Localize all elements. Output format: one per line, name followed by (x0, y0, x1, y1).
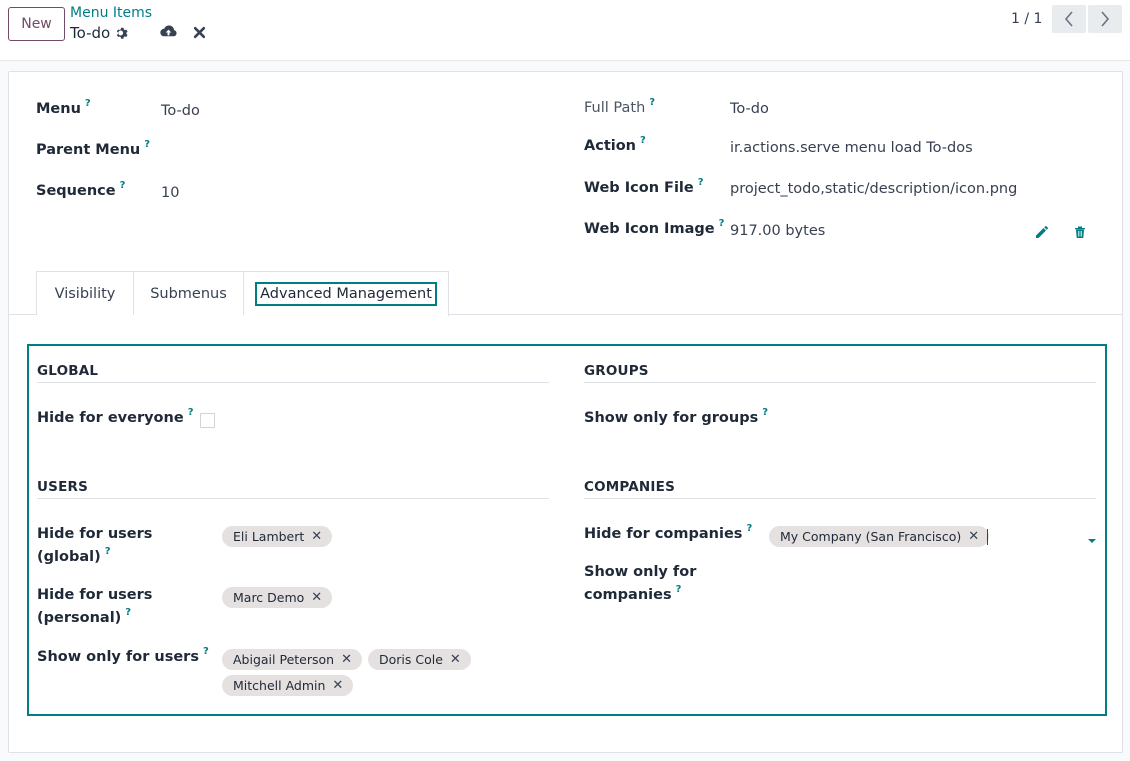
breadcrumb-parent-link[interactable]: Menu Items (70, 5, 152, 21)
tab-submenus[interactable]: Submenus (134, 271, 244, 315)
gear-icon[interactable] (115, 26, 129, 40)
sequence-field[interactable]: 10 (161, 185, 179, 201)
close-icon[interactable] (193, 26, 206, 39)
hide-users-personal-label-2: (personal)? (37, 607, 132, 626)
chevron-right-icon (1101, 11, 1110, 27)
hide-users-global-label-2: (global)? (37, 546, 111, 565)
hide-everyone-checkbox[interactable] (200, 413, 215, 428)
advanced-management-panel: GLOBAL Hide for everyone? USERS Hide for… (27, 344, 1107, 716)
user-tag[interactable]: Abigail Peterson ✕ (222, 649, 362, 670)
users-section-title: USERS (37, 479, 89, 495)
groups-section-title: GROUPS (584, 363, 649, 379)
hide-users-global-label: Hide for users (37, 526, 153, 542)
hide-everyone-label: Hide for everyone? (37, 407, 194, 426)
tab-visibility[interactable]: Visibility (36, 271, 134, 315)
action-field[interactable]: ir.actions.serve menu load To-dos (730, 140, 973, 156)
menu-label: Menu? (36, 98, 91, 117)
trash-icon[interactable] (1073, 225, 1087, 239)
tab-advanced-management[interactable]: Advanced Management (244, 271, 449, 316)
company-tag[interactable]: My Company (San Francisco) ✕ (769, 526, 990, 547)
web-icon-image-value: 917.00 bytes (730, 223, 826, 239)
remove-tag-icon[interactable]: ✕ (311, 590, 322, 605)
sequence-label: Sequence? (36, 180, 126, 199)
hide-users-personal-label: Hide for users (37, 587, 153, 603)
pager-next-button[interactable] (1088, 5, 1122, 33)
breadcrumb-current-label: To-do (70, 24, 111, 42)
remove-tag-icon[interactable]: ✕ (311, 529, 322, 544)
full-path-value: To-do (730, 101, 769, 117)
hide-companies-label: Hide for companies? (584, 523, 753, 542)
show-companies-label-2: companies? (584, 584, 682, 603)
remove-tag-icon[interactable]: ✕ (332, 678, 343, 693)
web-icon-file-label: Web Icon File? (584, 177, 704, 196)
user-tag[interactable]: Eli Lambert ✕ (222, 526, 333, 547)
cloud-upload-icon[interactable] (159, 24, 178, 40)
companies-divider (584, 498, 1096, 499)
user-tag[interactable]: Mitchell Admin ✕ (222, 675, 354, 696)
remove-tag-icon[interactable]: ✕ (450, 652, 461, 667)
show-companies-label: Show only for (584, 564, 697, 580)
groups-divider (584, 382, 1096, 383)
chevron-left-icon (1064, 11, 1073, 27)
parent-menu-label: Parent Menu? (36, 139, 151, 158)
remove-tag-icon[interactable]: ✕ (341, 652, 352, 667)
action-value[interactable]: menu load To-dos (845, 140, 973, 156)
text-cursor (987, 529, 988, 545)
web-icon-file-field[interactable]: project_todo,static/description/icon.png (730, 181, 1017, 197)
show-users-label: Show only for users? (37, 646, 209, 665)
user-tag[interactable]: Marc Demo ✕ (222, 587, 333, 608)
global-section-title: GLOBAL (37, 363, 99, 379)
companies-section-title: COMPANIES (584, 479, 675, 495)
action-label: Action? (584, 135, 646, 154)
user-tag[interactable]: Doris Cole ✕ (368, 649, 471, 670)
menu-field[interactable]: To-do (161, 103, 200, 119)
pencil-icon[interactable] (1035, 225, 1049, 239)
pager-value[interactable]: 1 / 1 (1011, 11, 1042, 27)
web-icon-image-label: Web Icon Image? (584, 218, 725, 237)
form-sheet: Menu? To-do Parent Menu? Sequence? 10 Fu… (8, 71, 1123, 753)
remove-tag-icon[interactable]: ✕ (968, 529, 979, 544)
control-panel: New Menu Items To-do 1 / 1 (0, 0, 1130, 61)
caret-down-icon[interactable] (1088, 539, 1096, 543)
new-button[interactable]: New (8, 7, 65, 41)
breadcrumb-current: To-do (70, 24, 129, 42)
global-divider (37, 382, 549, 383)
show-groups-label: Show only for groups? (584, 407, 769, 426)
pager-previous-button[interactable] (1052, 5, 1086, 33)
full-path-label: Full Path? (584, 97, 656, 116)
action-type-select[interactable]: ir.actions.serve (730, 140, 840, 156)
users-divider (37, 498, 549, 499)
